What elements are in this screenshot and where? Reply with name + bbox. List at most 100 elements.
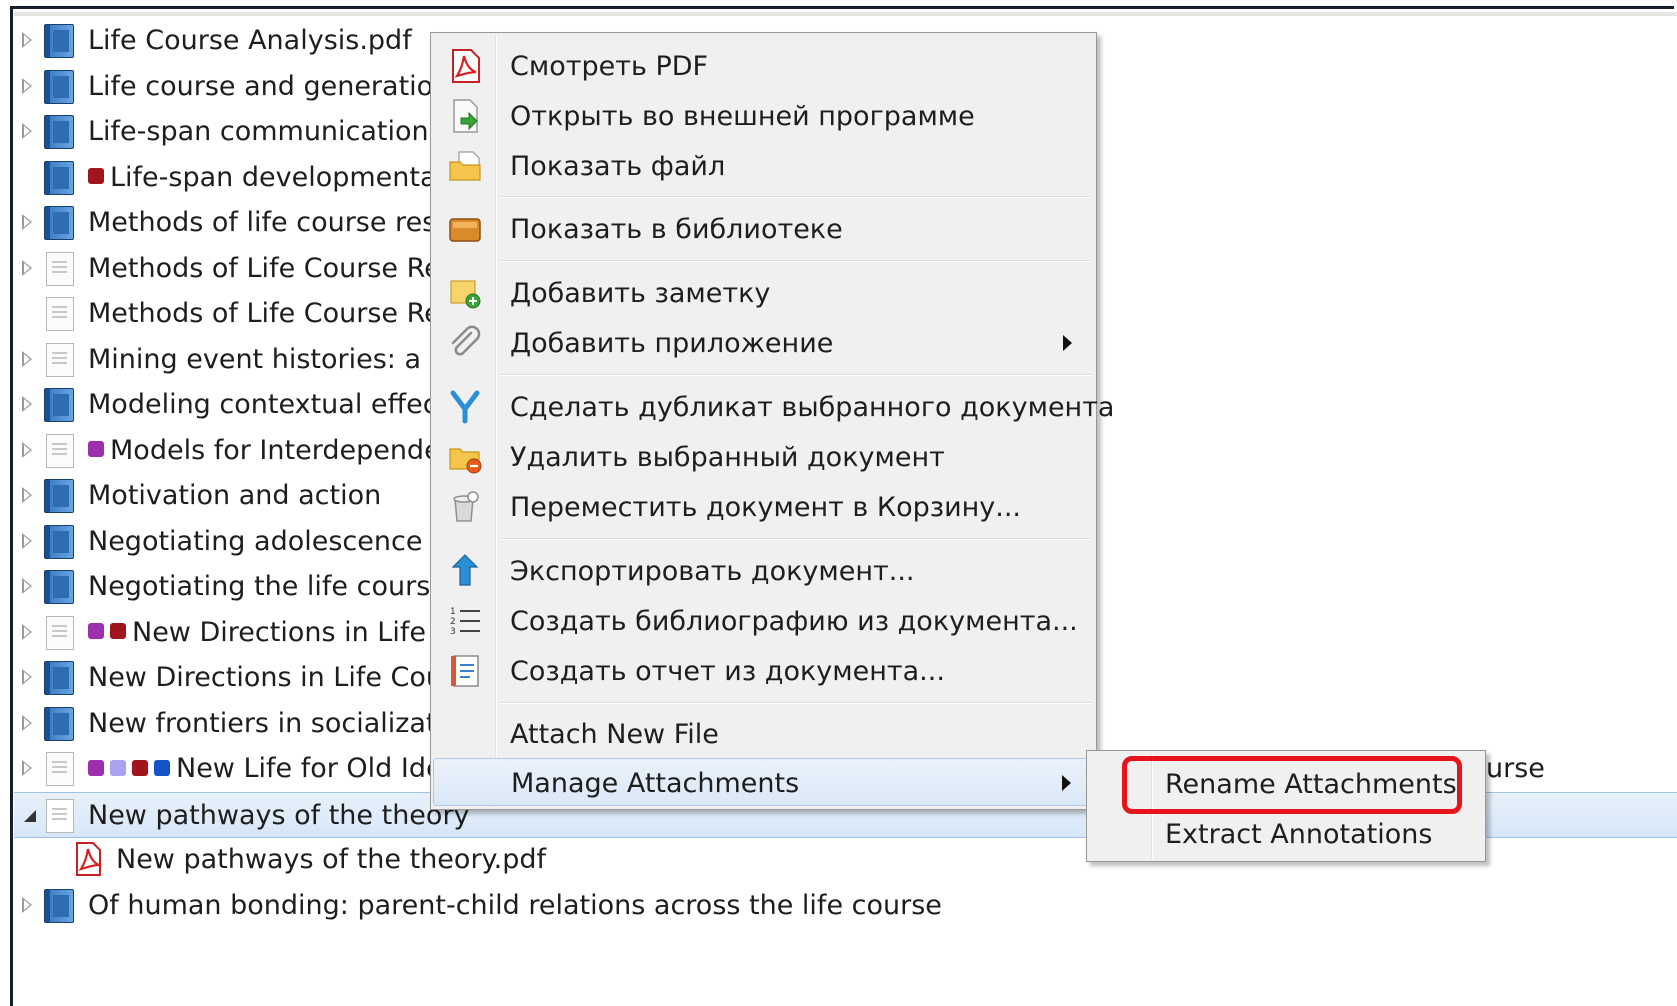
folder-icon <box>449 151 481 181</box>
expand-arrow-icon[interactable] <box>22 441 32 458</box>
book-icon <box>44 115 74 149</box>
table-row[interactable]: Of human bonding: parent-child relations… <box>14 883 1677 929</box>
menu-item-show-in-library[interactable]: Показать в библиотеке <box>433 205 1094 253</box>
menu-item-label: Показать в библиотеке <box>510 214 843 245</box>
menu-item-duplicate-document[interactable]: Сделать дубликат выбранного документа <box>433 383 1114 431</box>
list-header-divider <box>14 12 1677 16</box>
menu-item-move-to-trash[interactable]: Переместить документ в Корзину... <box>433 483 1094 531</box>
row-title: Modeling contextual effects <box>88 388 462 422</box>
menu-separator <box>499 196 1091 198</box>
menu-item-label: Открыть во внешней программе <box>510 101 975 132</box>
book-icon <box>44 479 74 513</box>
menu-item-attach-new-file[interactable]: Attach New File <box>433 710 1094 758</box>
book-icon <box>44 706 74 741</box>
menu-item-add-note[interactable]: Добавить заметку <box>433 269 1094 317</box>
pdf-icon <box>76 842 101 876</box>
row-title: Of human bonding: parent-child relations… <box>88 889 942 923</box>
book-icon <box>44 524 74 559</box>
row-title: Models for Interdependen <box>88 434 458 468</box>
menu-separator <box>499 538 1091 540</box>
expand-arrow-icon[interactable] <box>22 259 32 276</box>
row-title-text: Negotiating adolescence in t <box>88 525 475 557</box>
book-icon <box>44 570 74 604</box>
menu-item-view-pdf[interactable]: Смотреть PDF <box>433 42 1094 90</box>
svg-text:1: 1 <box>450 607 456 617</box>
book-icon <box>44 24 74 58</box>
expand-arrow-icon[interactable] <box>22 532 32 549</box>
row-title: Mining event histories: a soc <box>88 343 475 377</box>
menu-item-create-bibliography[interactable]: 1 2 3 Создать библиографию из документа.… <box>433 597 1094 645</box>
color-tag-icon <box>154 759 170 776</box>
book-icon <box>44 69 74 104</box>
expand-arrow-icon[interactable] <box>22 214 32 230</box>
menu-item-label: Attach New File <box>510 719 719 750</box>
row-title-text: New pathways of the theory.pdf <box>116 844 547 875</box>
menu-item-extract-annotations[interactable]: Extract Annotations <box>1089 810 1483 858</box>
document-page-icon <box>46 798 74 833</box>
paperclip-icon <box>451 325 481 356</box>
collapse-arrow-icon[interactable] <box>24 809 36 822</box>
row-title: Negotiating the life course: s <box>88 570 479 604</box>
duplicate-icon <box>450 390 480 424</box>
menu-item-show-file[interactable]: Показать файл <box>433 142 1094 190</box>
svg-text:3: 3 <box>450 627 456 637</box>
svg-text:2: 2 <box>450 617 456 627</box>
expand-arrow-icon[interactable] <box>22 896 32 913</box>
expand-arrow-icon[interactable] <box>22 77 32 94</box>
pdf-icon <box>452 49 480 83</box>
export-icon <box>451 554 479 586</box>
expand-arrow-icon[interactable] <box>22 396 32 412</box>
expand-arrow-icon[interactable] <box>22 350 32 367</box>
library-icon <box>449 218 481 242</box>
row-title: Life-span developmental p <box>88 161 470 195</box>
expand-arrow-icon[interactable] <box>22 123 32 139</box>
row-title-text: Methods of Life Course Rese <box>88 252 472 284</box>
menu-item-open-external[interactable]: Открыть во внешней программе <box>433 92 1094 140</box>
menu-item-label: Создать библиографию из документа... <box>510 606 1078 637</box>
expand-arrow-icon[interactable] <box>22 623 32 640</box>
row-title: New pathways of the theory <box>88 799 470 833</box>
color-tag-icon <box>88 168 104 184</box>
row-title-text: New Directions in Life C <box>132 616 454 648</box>
bibliography-list-icon: 1 2 3 <box>450 607 480 637</box>
menu-item-manage-attachments[interactable]: Manage Attachments <box>433 758 1094 806</box>
menu-item-export-document[interactable]: Экспортировать документ... <box>433 547 1094 595</box>
open-external-icon <box>453 99 478 133</box>
row-title-text: Life-span communication <box>88 116 429 147</box>
document-page-icon <box>46 433 74 468</box>
menu-item-create-report[interactable]: Создать отчет из документа... <box>433 647 1094 695</box>
book-icon <box>44 206 74 240</box>
trash-icon <box>453 491 479 522</box>
document-page-icon <box>46 251 74 286</box>
document-page-icon <box>46 615 74 650</box>
expand-arrow-icon[interactable] <box>22 669 32 685</box>
document-page-icon <box>46 342 74 377</box>
color-tag-icon <box>132 759 148 776</box>
color-tag-icon <box>88 623 104 639</box>
expand-arrow-icon[interactable] <box>22 714 32 731</box>
book-icon <box>44 160 74 195</box>
row-title: Life Course Analysis.pdf <box>88 24 412 58</box>
expand-arrow-icon[interactable] <box>22 487 32 503</box>
row-title-overflow: urse <box>1486 753 1545 784</box>
menu-item-label: Показать файл <box>510 151 726 182</box>
row-title-text: Models for Interdependen <box>110 434 458 466</box>
expand-arrow-icon[interactable] <box>22 578 32 594</box>
color-tag-icon <box>88 441 104 457</box>
menu-item-add-attachment[interactable]: Добавить приложение <box>433 319 1094 367</box>
menu-separator <box>499 374 1091 376</box>
row-title-text: Life course and generational <box>88 70 475 102</box>
menu-separator <box>499 260 1091 262</box>
row-title: Methods of life course resea <box>88 206 469 240</box>
row-title: New Directions in Life C <box>88 616 453 650</box>
color-tag-icon <box>110 759 126 776</box>
menu-item-delete-document[interactable]: Удалить выбранный документ <box>433 433 1094 481</box>
row-title: New Directions in Life Cours <box>88 661 468 695</box>
expand-arrow-icon[interactable] <box>22 32 32 48</box>
menu-item-label: Extract Annotations <box>1165 819 1433 850</box>
menu-item-label: Создать отчет из документа... <box>510 656 945 687</box>
expand-arrow-icon[interactable] <box>22 760 32 776</box>
color-tag-icon <box>110 623 126 639</box>
add-note-icon <box>450 280 481 309</box>
row-title-text: New pathways of the theory <box>88 799 470 831</box>
